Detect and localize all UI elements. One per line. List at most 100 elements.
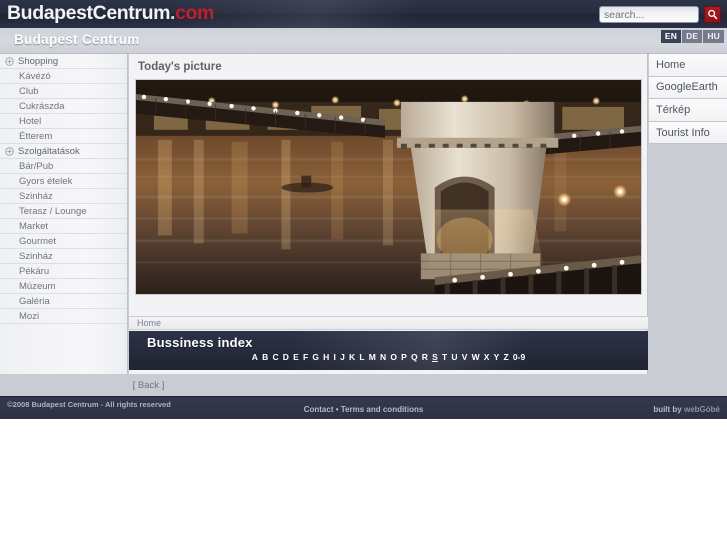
alphabet-link-p[interactable]: P <box>401 353 407 362</box>
site-logo[interactable]: BudapestCentrum.com <box>7 2 214 25</box>
alphabet-link-a[interactable]: A <box>252 353 258 362</box>
alphabet-link-t[interactable]: T <box>442 353 447 362</box>
top-bar: BudapestCentrum.com <box>0 0 727 28</box>
search-button[interactable] <box>704 6 721 23</box>
alphabet-link-d[interactable]: D <box>283 353 289 362</box>
right-nav-item-tourist-info[interactable]: Tourist Info <box>649 121 727 145</box>
sidebar-item-market[interactable]: Market <box>0 219 127 234</box>
sidebar-item-label: Mozi <box>19 310 40 322</box>
sidebar-item-label: Szinház <box>19 250 53 262</box>
sidebar-item-club[interactable]: Club <box>0 84 127 99</box>
footer-builtby-label: built by <box>653 405 684 414</box>
alphabet-link-h[interactable]: H <box>323 353 329 362</box>
sidebar-item-b-r-pub[interactable]: Bár/Pub <box>0 159 127 174</box>
right-nav-item-googleearth[interactable]: GoogleEarth <box>649 76 727 100</box>
top-bar-sheen <box>170 0 500 28</box>
alphabet-link-n[interactable]: N <box>380 353 386 362</box>
sidebar-item-shopping[interactable]: Shopping <box>0 54 127 69</box>
alphabet-link-e[interactable]: E <box>293 353 299 362</box>
search-input[interactable] <box>599 6 699 23</box>
business-index-panel: Bussiness index ABCDEFGHIJKLMNOPQRSTUVWX… <box>129 331 648 370</box>
sidebar-item-gyors-telek[interactable]: Gyors ételek <box>0 174 127 189</box>
alphabet-link-x[interactable]: X <box>484 353 490 362</box>
back-link[interactable]: [ Back ] <box>133 380 165 391</box>
business-index-title: Bussiness index <box>147 335 253 350</box>
sidebar-item-hotel[interactable]: Hotel <box>0 114 127 129</box>
alphabet-link-r[interactable]: R <box>422 353 428 362</box>
alphabet-link-c[interactable]: C <box>272 353 278 362</box>
logo-tld-text: com <box>175 2 214 24</box>
sidebar-item-label: Galéria <box>19 295 50 307</box>
alphabet-link-y[interactable]: Y <box>494 353 500 362</box>
sidebar-item-label: Gyors ételek <box>19 175 73 187</box>
language-tab-de[interactable]: DE <box>682 30 703 43</box>
alphabet-link-k[interactable]: K <box>349 353 355 362</box>
alphabet-link-b[interactable]: B <box>262 353 268 362</box>
sidebar-item-m-zeum[interactable]: Múzeum <box>0 279 127 294</box>
sidebar-item-szinh-z[interactable]: Szinház <box>0 249 127 264</box>
sidebar-item-label: Pékáru <box>19 265 50 277</box>
alphabet-link-f[interactable]: F <box>303 353 308 362</box>
footer: ©2008 Budapest Centrum - All rights rese… <box>0 396 727 419</box>
alphabet-link-z[interactable]: Z <box>504 353 509 362</box>
alphabet-link-u[interactable]: U <box>451 353 457 362</box>
sidebar-item-k-v-z[interactable]: Kávézó <box>0 69 127 84</box>
expand-plus-icon <box>5 147 14 156</box>
page-filler <box>0 419 727 539</box>
language-tab-hu[interactable]: HU <box>703 30 724 43</box>
sidebar-item-gourmet[interactable]: Gourmet <box>0 234 127 249</box>
footer-links: Contact • Terms and conditions <box>0 405 727 414</box>
todays-picture-frame[interactable] <box>135 79 642 295</box>
alphabet-index: A B C D E F G H I J K L M N O P Q R S T U V W X Y Z 0-9 <box>129 353 648 362</box>
sidebar-item-p-k-ru[interactable]: Pékáru <box>0 264 127 279</box>
sidebar-item-label: Szolgáltatások <box>18 145 80 157</box>
search-area <box>599 6 721 23</box>
alphabet-link-w[interactable]: W <box>472 353 480 362</box>
alphabet-link-m[interactable]: M <box>369 353 376 362</box>
expand-plus-icon <box>5 57 14 66</box>
sidebar-item-cukr-szda[interactable]: Cukrászda <box>0 99 127 114</box>
alphabet-link-i[interactable]: I <box>334 353 336 362</box>
footer-terms-link[interactable]: Terms and conditions <box>341 405 424 414</box>
chain-bridge-photo <box>136 80 641 294</box>
right-nav-label: Tourist Info <box>656 126 710 139</box>
sidebar-item-label: Shopping <box>18 55 59 67</box>
sidebar: Shopping Kávézó Club Cukrászda Hotel Étterem S… <box>0 54 128 374</box>
alphabet-link-v[interactable]: V <box>462 353 468 362</box>
right-nav-item-t-rk-p[interactable]: Térkép <box>649 99 727 122</box>
sidebar-item-label: Étterem <box>19 130 53 142</box>
alphabet-link-0-9[interactable]: 0-9 <box>513 353 525 362</box>
main-content: Today's picture Home Bussiness index A B… <box>129 54 648 374</box>
sidebar-item-label: Cukrászda <box>19 100 65 112</box>
breadcrumb[interactable]: Home <box>129 316 648 330</box>
right-nav: Home GoogleEarth Térkép Tourist Info <box>649 54 727 374</box>
sidebar-item-szinh-z[interactable]: Szinház <box>0 189 127 204</box>
right-nav-item-home[interactable]: Home <box>649 54 727 77</box>
language-tab-en[interactable]: EN <box>660 30 682 43</box>
alphabet-link-q[interactable]: Q <box>411 353 418 362</box>
alphabet-link-o[interactable]: O <box>390 353 397 362</box>
magnifier-icon <box>707 9 718 20</box>
right-nav-label: Térkép <box>656 103 691 116</box>
footer-separator: • <box>335 405 339 414</box>
logo-main-text: BudapestCentrum <box>7 2 171 24</box>
language-switcher: EN DE HU <box>660 30 724 43</box>
back-strip: [ Back ] <box>0 374 727 396</box>
sidebar-item-label: Gourmet <box>19 235 56 247</box>
sidebar-item-szolg-ltat-sok[interactable]: Szolgáltatások <box>0 144 127 159</box>
sidebar-item-tterem[interactable]: Étterem <box>0 129 127 144</box>
sidebar-item-label: Bár/Pub <box>19 160 54 172</box>
footer-builder-link[interactable]: webGóbé <box>684 405 720 414</box>
sidebar-item-label: Kávézó <box>19 70 51 82</box>
alphabet-link-g[interactable]: G <box>312 353 319 362</box>
sidebar-item-terasz-lounge[interactable]: Terasz / Lounge <box>0 204 127 219</box>
right-nav-label: Home <box>656 58 686 71</box>
alphabet-link-l[interactable]: L <box>359 353 364 362</box>
title-bar: Budapest Centrum EN DE HU <box>0 28 727 54</box>
footer-contact-link[interactable]: Contact <box>304 405 334 414</box>
sidebar-item-label: Hotel <box>19 115 42 127</box>
sidebar-item-gal-ria[interactable]: Galéria <box>0 294 127 309</box>
alphabet-link-s[interactable]: S <box>432 353 438 362</box>
sidebar-item-mozi[interactable]: Mozi <box>0 309 127 324</box>
alphabet-link-j[interactable]: J <box>340 353 345 362</box>
